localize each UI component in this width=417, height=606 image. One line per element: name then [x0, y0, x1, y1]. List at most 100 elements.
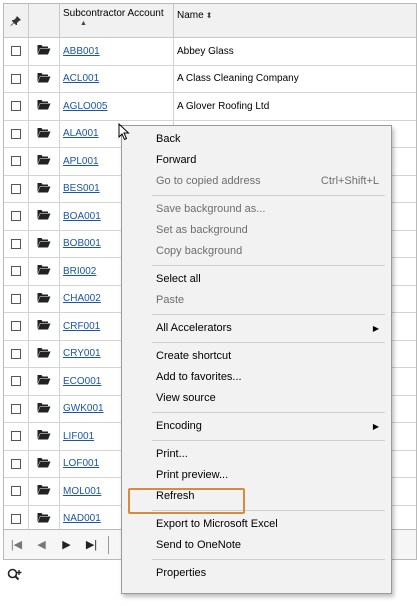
table-row[interactable]: ABB001 Abbey Glass — [4, 38, 416, 66]
account-link[interactable]: BOA001 — [63, 211, 101, 222]
row-checkbox[interactable] — [4, 478, 29, 505]
row-checkbox[interactable] — [4, 505, 29, 529]
checkbox-box — [11, 486, 21, 497]
open-record-button[interactable] — [29, 93, 60, 120]
menu-item-all-accelerators[interactable]: All Accelerators ▶ — [122, 318, 391, 339]
menu-label: Copy background — [156, 245, 243, 257]
open-record-button[interactable] — [29, 285, 60, 312]
menu-shortcut: Ctrl+Shift+L — [320, 175, 379, 187]
context-menu: Back Forward Go to copied address Ctrl+Sh… — [121, 125, 392, 594]
open-record-button[interactable] — [29, 258, 60, 285]
open-record-button[interactable] — [29, 175, 60, 202]
row-checkbox[interactable] — [4, 313, 29, 340]
open-record-button[interactable] — [29, 478, 60, 505]
menu-label: Export to Microsoft Excel — [156, 518, 278, 530]
account-link[interactable]: GWK001 — [63, 403, 104, 414]
mouse-pointer-icon — [118, 123, 130, 141]
row-checkbox[interactable] — [4, 175, 29, 202]
menu-separator — [152, 265, 385, 266]
folder-open-icon — [37, 264, 51, 278]
menu-label: Encoding — [156, 420, 202, 432]
account-link[interactable]: ACL001 — [63, 73, 99, 84]
open-record-button[interactable] — [29, 368, 60, 395]
menu-item-back[interactable]: Back — [122, 129, 391, 150]
open-record-button[interactable] — [29, 340, 60, 367]
open-record-button[interactable] — [29, 313, 60, 340]
menu-item-print[interactable]: Print... — [122, 444, 391, 465]
account-link[interactable]: CHA002 — [63, 293, 101, 304]
account-link[interactable]: BES001 — [63, 183, 100, 194]
account-link[interactable]: ABB001 — [63, 46, 100, 57]
name-cell: Abbey Glass — [177, 45, 234, 57]
row-checkbox[interactable] — [4, 38, 29, 65]
open-record-button[interactable] — [29, 450, 60, 477]
submenu-arrow-icon: ▶ — [372, 324, 379, 333]
account-link[interactable]: AGLO005 — [63, 101, 107, 112]
prev-page-icon[interactable]: ◀ — [29, 535, 54, 555]
menu-item-properties[interactable]: Properties — [122, 563, 391, 584]
menu-item-copy-background[interactable]: Copy background — [122, 241, 391, 262]
account-link[interactable]: MOL001 — [63, 486, 101, 497]
row-checkbox[interactable] — [4, 148, 29, 175]
row-checkbox[interactable] — [4, 423, 29, 450]
account-link[interactable]: ALA001 — [63, 128, 99, 139]
open-record-button[interactable] — [29, 230, 60, 257]
row-checkbox[interactable] — [4, 368, 29, 395]
menu-item-forward[interactable]: Forward — [122, 150, 391, 171]
menu-item-print-preview[interactable]: Print preview... — [122, 465, 391, 486]
next-page-icon[interactable]: ▶ — [54, 535, 79, 555]
open-record-button[interactable] — [29, 148, 60, 175]
row-checkbox[interactable] — [4, 120, 29, 147]
name-cell: A Glover Roofing Ltd — [177, 100, 270, 112]
last-page-icon[interactable]: ▶| — [79, 535, 104, 555]
account-link[interactable]: LIF001 — [63, 431, 94, 442]
open-record-button[interactable] — [29, 38, 60, 65]
open-record-button[interactable] — [29, 120, 60, 147]
menu-item-paste[interactable]: Paste — [122, 290, 391, 311]
menu-item-add-to-favorites[interactable]: Add to favorites... — [122, 367, 391, 388]
menu-item-send-to-onenote[interactable]: Send to OneNote — [122, 535, 391, 556]
menu-item-set-background[interactable]: Set as background — [122, 220, 391, 241]
menu-item-view-source[interactable]: View source — [122, 388, 391, 409]
account-link[interactable]: BRI002 — [63, 266, 96, 277]
open-record-button[interactable] — [29, 203, 60, 230]
open-record-button[interactable] — [29, 395, 60, 422]
account-column-header[interactable]: Subcontractor Account ▲ — [60, 4, 174, 37]
row-checkbox[interactable] — [4, 340, 29, 367]
menu-item-select-all[interactable]: Select all — [122, 269, 391, 290]
table-row[interactable]: AGLO005 A Glover Roofing Ltd — [4, 93, 416, 121]
row-checkbox[interactable] — [4, 93, 29, 120]
menu-item-export-to-excel[interactable]: Export to Microsoft Excel — [122, 514, 391, 535]
checkbox-box — [11, 348, 21, 359]
row-checkbox[interactable] — [4, 450, 29, 477]
row-checkbox[interactable] — [4, 395, 29, 422]
folder-open-icon — [37, 237, 51, 251]
menu-item-create-shortcut[interactable]: Create shortcut — [122, 346, 391, 367]
row-checkbox[interactable] — [4, 230, 29, 257]
account-link[interactable]: CRF001 — [63, 321, 100, 332]
row-checkbox[interactable] — [4, 203, 29, 230]
row-checkbox[interactable] — [4, 65, 29, 92]
account-link[interactable]: CRY001 — [63, 348, 101, 359]
checkbox-box — [11, 101, 21, 112]
name-column-header[interactable]: Name ⬍ — [174, 4, 416, 37]
menu-item-save-background[interactable]: Save background as... — [122, 199, 391, 220]
open-record-button[interactable] — [29, 505, 60, 529]
first-page-icon[interactable]: |◀ — [4, 535, 29, 555]
menu-item-refresh[interactable]: Refresh — [122, 486, 391, 507]
folder-open-icon — [37, 319, 51, 333]
account-link[interactable]: LOF001 — [63, 458, 99, 469]
menu-item-encoding[interactable]: Encoding ▶ — [122, 416, 391, 437]
open-record-button[interactable] — [29, 65, 60, 92]
account-link[interactable]: ECO001 — [63, 376, 101, 387]
account-link[interactable]: APL001 — [63, 156, 99, 167]
pin-column-header[interactable] — [4, 4, 29, 37]
row-checkbox[interactable] — [4, 258, 29, 285]
account-link[interactable]: BOB001 — [63, 238, 101, 249]
menu-item-go-to-copied-address[interactable]: Go to copied address Ctrl+Shift+L — [122, 171, 391, 192]
table-row[interactable]: ACL001 A Class Cleaning Company — [4, 65, 416, 93]
row-checkbox[interactable] — [4, 285, 29, 312]
zoom-in-button[interactable] — [7, 568, 23, 582]
open-record-button[interactable] — [29, 423, 60, 450]
account-link[interactable]: NAD001 — [63, 513, 101, 524]
